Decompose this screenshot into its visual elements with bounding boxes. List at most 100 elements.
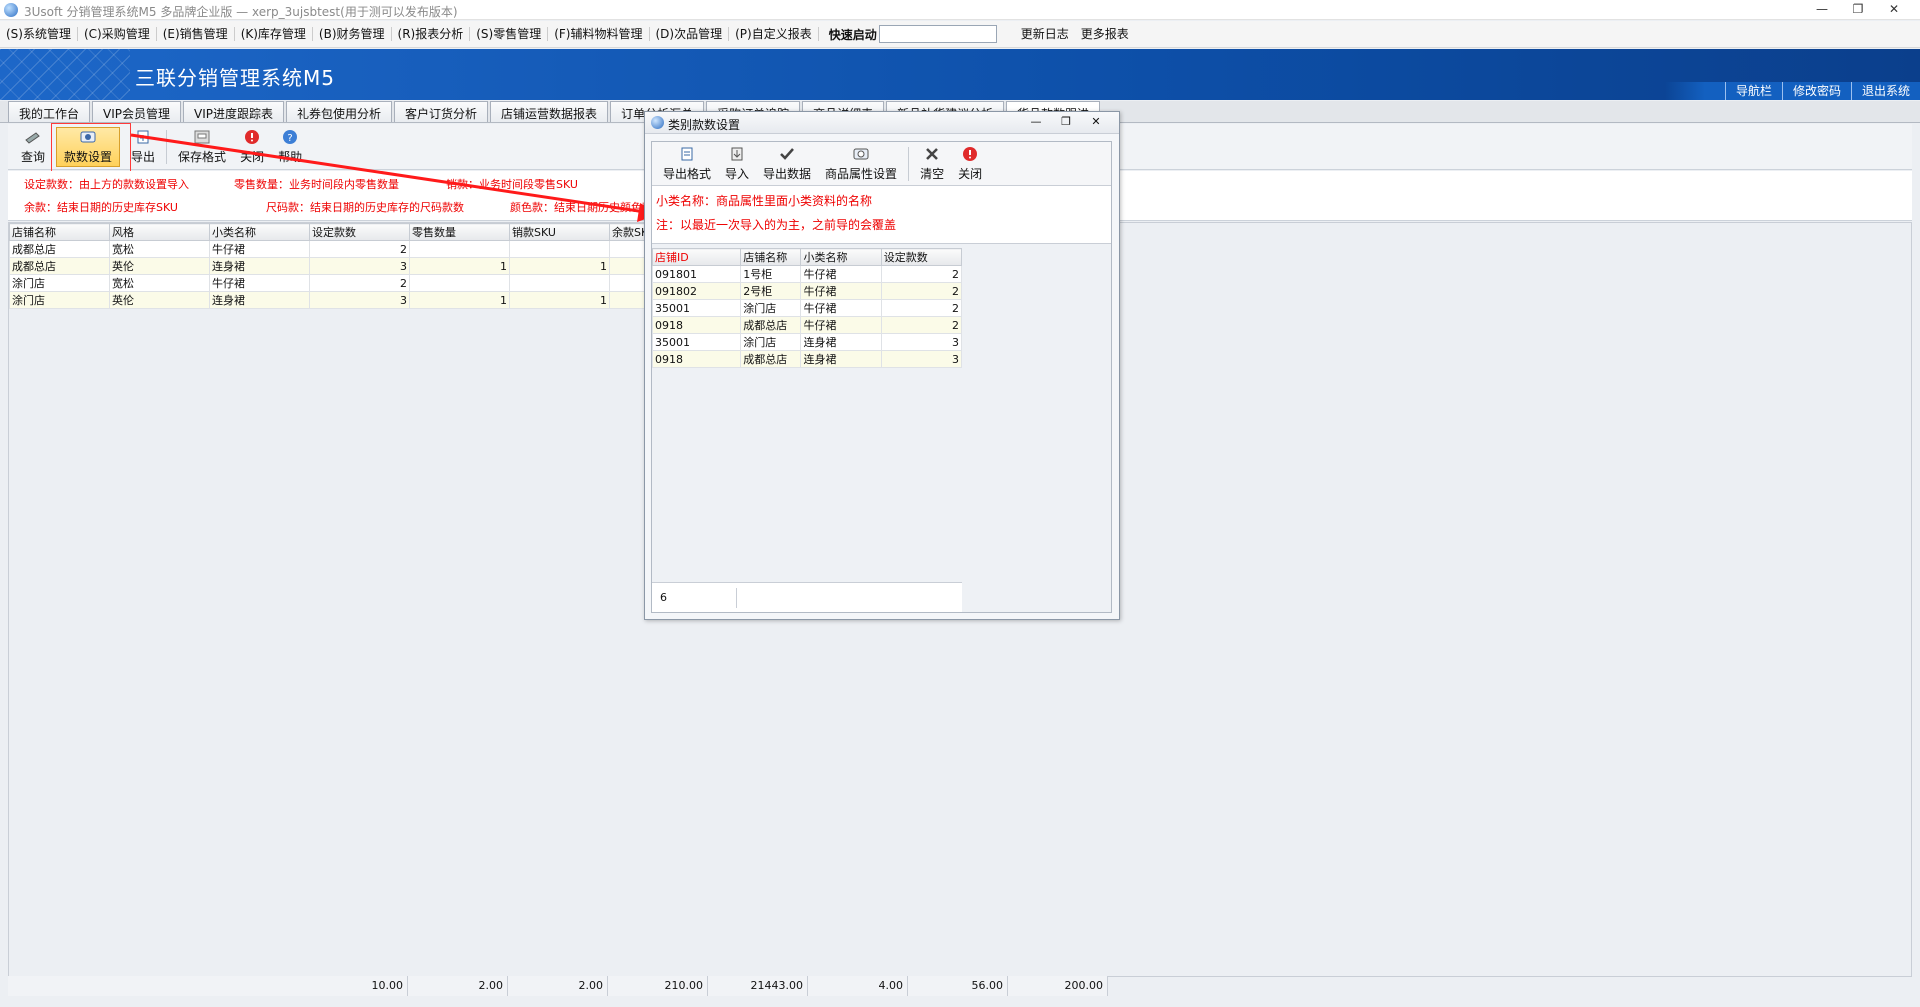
table-row[interactable]: 涂门店 英伦 连身裙 3 1 1: [9, 291, 659, 309]
menu-retail[interactable]: (S)零售管理: [470, 27, 549, 41]
col-header[interactable]: 风格: [109, 223, 210, 241]
table-row[interactable]: 成都总店 英伦 连身裙 3 1 1: [9, 257, 659, 275]
col-header[interactable]: 店铺名称: [9, 223, 110, 241]
menu-reports[interactable]: (R)报表分析: [392, 27, 471, 41]
tab-store-operations[interactable]: 店铺运营数据报表: [490, 101, 609, 122]
save-format-icon: [193, 129, 211, 145]
hint-sold-sku: 销款：业务时间段零售SKU: [446, 178, 578, 191]
table-row[interactable]: 0918 成都总店 牛仔裙 2: [651, 316, 963, 334]
col-header[interactable]: 设定款数: [880, 248, 963, 266]
note-category-name: 小类名称：商品属性里面小类资料的名称: [656, 194, 873, 208]
cell-store-id: 091802: [651, 282, 742, 300]
annotation-highlight-box: [51, 123, 131, 172]
menu-defects[interactable]: (D)次品管理: [650, 27, 730, 41]
col-header[interactable]: 设定款数: [309, 223, 410, 241]
tab-customer-order[interactable]: 客户订货分析: [394, 101, 489, 122]
cell-sold-sku: 1: [509, 291, 610, 309]
dialog-toolbar-separator: [908, 146, 910, 181]
col-header[interactable]: 销款SKU: [509, 223, 610, 241]
export-format-label: 导出格式: [663, 166, 712, 181]
col-header[interactable]: 小类名称: [209, 223, 310, 241]
cell-sold-sku: [509, 274, 610, 292]
dialog-close-toolbar-button[interactable]: 关闭: [951, 144, 989, 184]
cell-category: 连身裙: [209, 257, 310, 275]
import-button[interactable]: 导入: [718, 144, 756, 184]
cell-store: 涂门店: [9, 274, 110, 292]
menu-system[interactable]: (S)系统管理: [0, 27, 78, 41]
import-icon: [728, 146, 746, 162]
minimize-button[interactable]: —: [1804, 2, 1840, 16]
cell-store: 成都总店: [9, 240, 110, 258]
cell-store-id: 0918: [651, 350, 742, 368]
cell-category: 牛仔裙: [800, 299, 882, 317]
cell-store-id: 0918: [651, 316, 742, 334]
window-title: 3Usoft 分销管理系统M5 多品牌企业版 — xerp_3ujsbtest(…: [24, 5, 458, 19]
table-row[interactable]: 0918 成都总店 连身裙 3: [651, 350, 963, 368]
menu-materials[interactable]: (F)辅料物料管理: [548, 27, 650, 41]
close-button[interactable]: ✕: [1876, 2, 1912, 16]
clear-x-icon: [923, 146, 941, 162]
save-format-label: 保存格式: [178, 149, 227, 164]
table-row[interactable]: 涂门店 宽松 牛仔裙 2: [9, 274, 659, 292]
cell-category: 牛仔裙: [800, 316, 882, 334]
total-cell: 4.00: [808, 976, 908, 996]
quick-start-input[interactable]: [878, 25, 997, 43]
banner-links: 导航栏 修改密码 退出系统: [1664, 82, 1920, 100]
col-header[interactable]: 零售数量: [409, 223, 510, 241]
col-header[interactable]: 店铺ID: [651, 248, 742, 266]
app-icon: [4, 3, 18, 17]
nav-bar-link[interactable]: 导航栏: [1724, 82, 1782, 100]
close-tab-button[interactable]: 关闭: [233, 127, 271, 167]
table-row[interactable]: 35001 涂门店 连身裙 3: [651, 333, 963, 351]
category-count-dialog: 类别款数设置 — ❐ ✕ 导出格式 导入 导出数据 商品属性设置 清空 关闭 小…: [644, 111, 1120, 620]
table-row[interactable]: 成都总店 宽松 牛仔裙 2: [9, 240, 659, 258]
menu-more-reports[interactable]: 更多报表: [1075, 27, 1135, 41]
help-label: 帮助: [278, 149, 303, 164]
cell-store: 涂门店: [9, 291, 110, 309]
hint-remaining-sku: 余款：结束日期的历史库存SKU: [24, 201, 178, 214]
cell-category: 牛仔裙: [800, 282, 882, 300]
help-button[interactable]: ? 帮助: [271, 127, 309, 167]
menu-changelog[interactable]: 更新日志: [1015, 27, 1075, 41]
export-format-button[interactable]: 导出格式: [656, 144, 718, 184]
totals-row: 10.00 2.00 2.00 210.00 21443.00 4.00 56.…: [8, 976, 1108, 996]
restore-button[interactable]: ❐: [1840, 2, 1876, 16]
query-button[interactable]: 查询: [14, 127, 52, 167]
cell-store-name: 2号柜: [740, 282, 802, 300]
table-row[interactable]: 091802 2号柜 牛仔裙 2: [651, 282, 963, 300]
hint-size-count: 尺码款：结束日期的历史库存的尺码款数: [266, 201, 464, 214]
col-header[interactable]: 小类名称: [800, 248, 882, 266]
dialog-close-button[interactable]: ✕: [1081, 115, 1111, 128]
menu-custom-reports[interactable]: (P)自定义报表: [729, 27, 819, 41]
logout-link[interactable]: 退出系统: [1850, 82, 1920, 100]
cell-store-id: 35001: [651, 333, 742, 351]
toolbar-separator: [166, 129, 168, 164]
cell-set-count: 2: [880, 282, 963, 300]
menu-purchase[interactable]: (C)采购管理: [78, 27, 157, 41]
dialog-restore-button[interactable]: ❐: [1051, 115, 1081, 128]
menu-sales[interactable]: (E)销售管理: [157, 27, 235, 41]
export-label: 导出: [131, 149, 156, 164]
cell-retail-qty: [409, 274, 510, 292]
col-header[interactable]: 店铺名称: [740, 248, 802, 266]
dialog-titlebar[interactable]: 类别款数设置 — ❐ ✕: [645, 112, 1119, 134]
menu-finance[interactable]: (B)财务管理: [313, 27, 392, 41]
clear-button[interactable]: 清空: [913, 144, 951, 184]
change-password-link[interactable]: 修改密码: [1781, 82, 1851, 100]
tab-vip[interactable]: VIP会员管理: [92, 101, 182, 122]
export-data-button[interactable]: 导出数据: [756, 144, 818, 184]
close-tab-label: 关闭: [240, 149, 265, 164]
tab-workbench[interactable]: 我的工作台: [8, 101, 91, 122]
product-attribute-settings-button[interactable]: 商品属性设置: [818, 144, 904, 184]
table-row[interactable]: 35001 涂门店 牛仔裙 2: [651, 299, 963, 317]
menu-inventory[interactable]: (K)库存管理: [235, 27, 313, 41]
help-icon: ?: [281, 129, 299, 145]
table-row[interactable]: 091801 1号柜 牛仔裙 2: [651, 265, 963, 283]
tab-vip-progress[interactable]: VIP进度跟踪表: [183, 101, 285, 122]
dialog-minimize-button[interactable]: —: [1021, 115, 1051, 128]
save-format-button[interactable]: 保存格式: [171, 127, 233, 167]
stop-icon: [961, 146, 979, 162]
hint-retail-qty: 零售数量：业务时间段内零售数量: [234, 178, 399, 191]
tab-coupon[interactable]: 礼券包使用分析: [286, 101, 393, 122]
cell-store-id: 35001: [651, 299, 742, 317]
